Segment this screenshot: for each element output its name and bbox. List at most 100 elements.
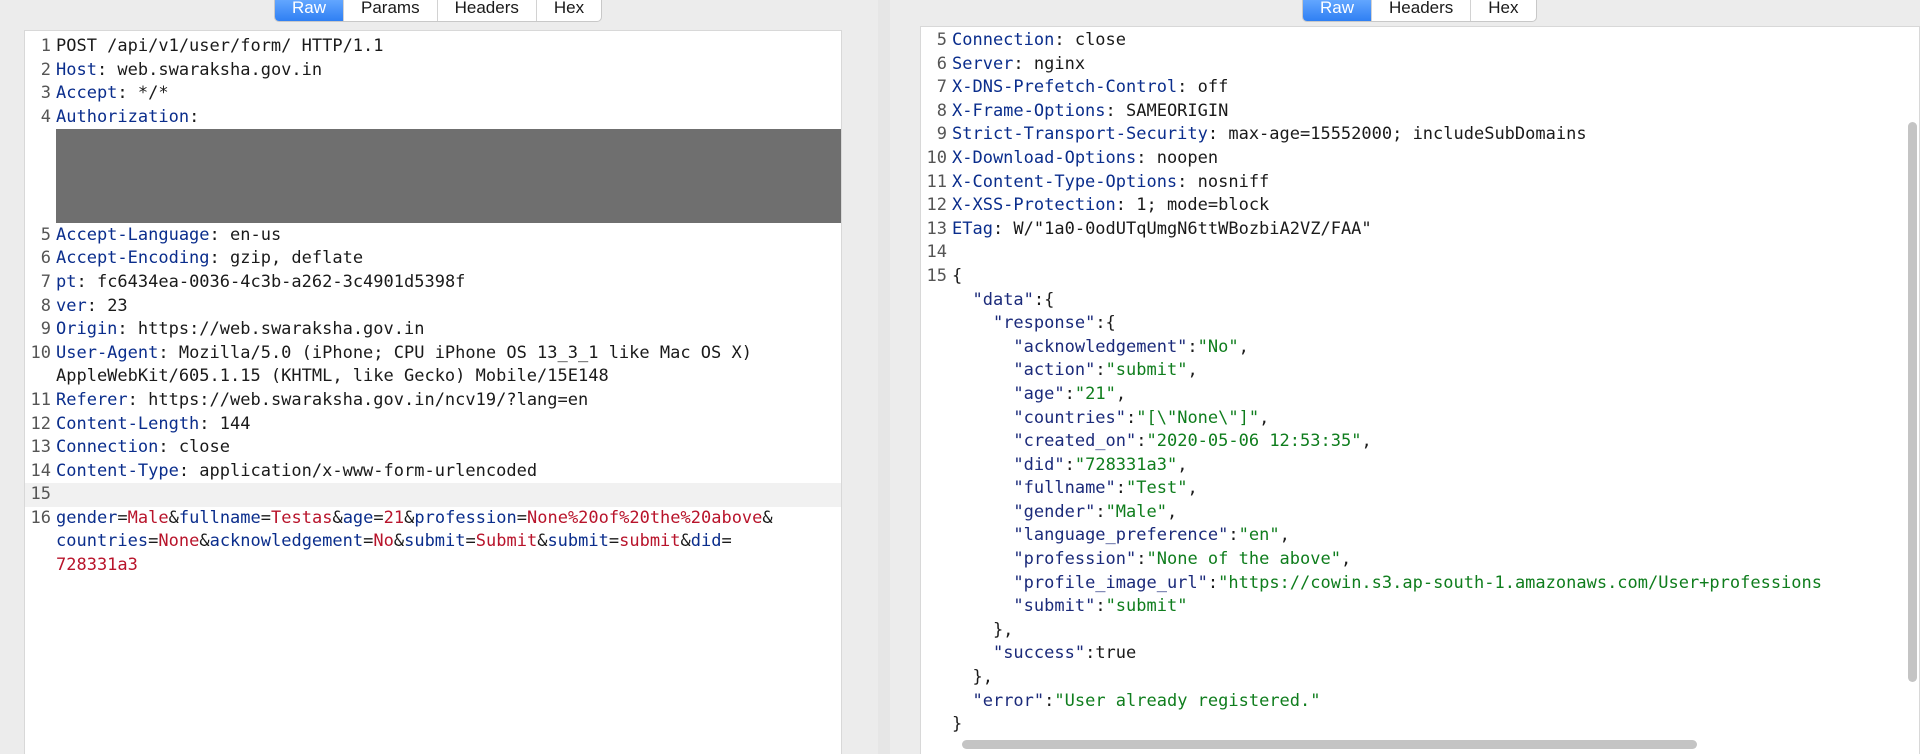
response-line: "profession":"None of the above", (921, 548, 1919, 572)
response-token: X-XSS-Protection (952, 195, 1116, 216)
response-token: : (1126, 407, 1137, 428)
request-tab-hex[interactable]: Hex (537, 0, 601, 21)
request-token: countries (56, 531, 149, 552)
request-token: age (342, 507, 374, 528)
response-line-text: X-Download-Options: noopen (952, 147, 1218, 171)
request-line: 5 Accept-Language: en-us (25, 224, 841, 248)
response-line: 15{ (921, 265, 1919, 289)
response-line-text: } (952, 713, 962, 737)
request-token: submit (404, 531, 466, 552)
response-token: ETag (952, 218, 993, 239)
request-tab-headers[interactable]: Headers (438, 0, 537, 21)
response-tab-raw[interactable]: Raw (1303, 0, 1373, 21)
request-token: Connection (56, 437, 159, 458)
pane-splitter[interactable] (878, 0, 890, 754)
request-token: = (608, 531, 620, 552)
response-token: } (952, 714, 963, 735)
request-line-text: Host: web.swaraksha.gov.in (56, 59, 322, 83)
request-line-text: Accept: */* (56, 82, 169, 106)
response-line-text: Connection: close (952, 29, 1126, 53)
request-line: 9 Origin: https://web.swaraksha.gov.in (25, 318, 841, 342)
request-token: = (516, 507, 527, 528)
response-token: :{ (1033, 289, 1055, 310)
request-token: Content-Type (56, 460, 179, 481)
response-token: : (1064, 383, 1075, 404)
response-token (952, 290, 972, 310)
request-line: 2 Host: web.swaraksha.gov.in (25, 59, 841, 83)
response-token: , (1187, 478, 1198, 499)
response-token: "language_preference" (1013, 525, 1229, 546)
request-line-number: 1 (40, 36, 51, 56)
request-token: 728331a3 (56, 555, 138, 576)
request-token: 21 (383, 507, 405, 528)
request-token: profession (414, 507, 517, 528)
response-tab-bar: Raw Headers Hex (1302, 0, 1537, 22)
response-token: "en" (1238, 525, 1280, 546)
request-token: : application/x-www-form-urlencoded (178, 460, 538, 481)
request-line-text: Content-Length: 144 (56, 413, 250, 437)
response-line: 9 Strict-Transport-Security: max-age=1555… (921, 123, 1919, 147)
request-line-number: 2 (40, 59, 51, 80)
response-token (952, 337, 1013, 357)
response-line-number: 12 (926, 195, 947, 216)
response-token: : nosniff (1177, 171, 1270, 192)
response-token: , (1279, 525, 1290, 546)
request-token: Referer (56, 389, 128, 410)
response-token: "submit" (1105, 596, 1188, 617)
response-token: }, (952, 667, 993, 688)
request-line: 728331a3 (25, 554, 841, 578)
request-line-text: Accept-Encoding: gzip, deflate (56, 247, 363, 271)
request-line: countries=None&acknowledgement=No&submit… (25, 530, 841, 554)
response-token: "created_on" (1013, 431, 1137, 452)
request-line: 4 Authorization: (25, 106, 841, 130)
response-line-number: 10 (926, 147, 947, 168)
response-tab-headers[interactable]: Headers (1372, 0, 1472, 21)
request-line (25, 153, 841, 177)
response-line: "gender":"Male", (921, 501, 1919, 525)
response-token: , (1177, 454, 1188, 475)
request-tab-raw[interactable]: Raw (275, 0, 345, 21)
request-token: : (189, 106, 200, 127)
request-tab-bar: Raw Params Headers Hex (274, 0, 603, 22)
response-token: : nginx (1013, 53, 1086, 74)
request-editor[interactable]: 1 POST /api/v1/user/form/ HTTP/1.1 2 Host: … (24, 30, 842, 754)
response-line-text: "profession":"None of the above", (952, 548, 1351, 572)
response-token: , (1259, 407, 1270, 428)
request-token: & (393, 531, 405, 552)
response-vertical-scrollbar[interactable] (1908, 122, 1917, 682)
response-token: "response" (992, 313, 1096, 334)
request-token: AppleWebKit/605.1.15 (KHTML, like Gecko)… (56, 366, 609, 387)
response-token: : off (1177, 77, 1229, 98)
request-token: : en-us (209, 224, 282, 245)
request-line: 8 ver: 23 (25, 295, 841, 319)
response-pane: Raw Headers Hex 5 Connection: close 6 Serve… (890, 0, 1920, 754)
response-line: "success":true (921, 642, 1919, 666)
request-line-number: 9 (40, 319, 51, 340)
response-editor[interactable]: 5 Connection: close 6 Server: nginx 7 X-DNS-P… (920, 26, 1920, 754)
response-line-text: "did":"728331a3", (952, 454, 1187, 478)
request-tab-params[interactable]: Params (344, 0, 438, 21)
response-line-text: "error":"User already registered." (952, 690, 1320, 714)
request-token: : gzip, deflate (209, 248, 364, 269)
request-line (25, 129, 841, 224)
response-tab-hex[interactable]: Hex (1471, 0, 1535, 21)
request-token: = (465, 531, 476, 552)
response-horizontal-scrollbar[interactable] (962, 740, 1697, 749)
response-token: X-Frame-Options (952, 100, 1106, 121)
request-line: 7 pt: fc6434ea-0036-4c3b-a262-3c4901d5398… (25, 271, 841, 295)
response-line: "profile_image_url":"https://cowin.s3.ap… (921, 572, 1919, 596)
request-token: : close (158, 437, 231, 458)
response-line-text: "data":{ (952, 289, 1054, 313)
response-token: "submit" (1105, 360, 1188, 381)
response-token: , (1340, 549, 1352, 570)
response-token (952, 384, 1013, 404)
request-token: None (158, 531, 200, 552)
request-token: fullname (178, 507, 261, 528)
response-line: }, (921, 619, 1919, 643)
request-line-text: countries=None&acknowledgement=No&submit… (56, 530, 732, 554)
request-line: 14 Content-Type: application/x-www-form-u… (25, 460, 841, 484)
request-token: : https://web.swaraksha.gov.in (117, 319, 425, 340)
response-token: : SAMEORIGIN (1105, 100, 1229, 121)
response-token: : (1095, 360, 1106, 381)
response-token (952, 431, 1013, 451)
